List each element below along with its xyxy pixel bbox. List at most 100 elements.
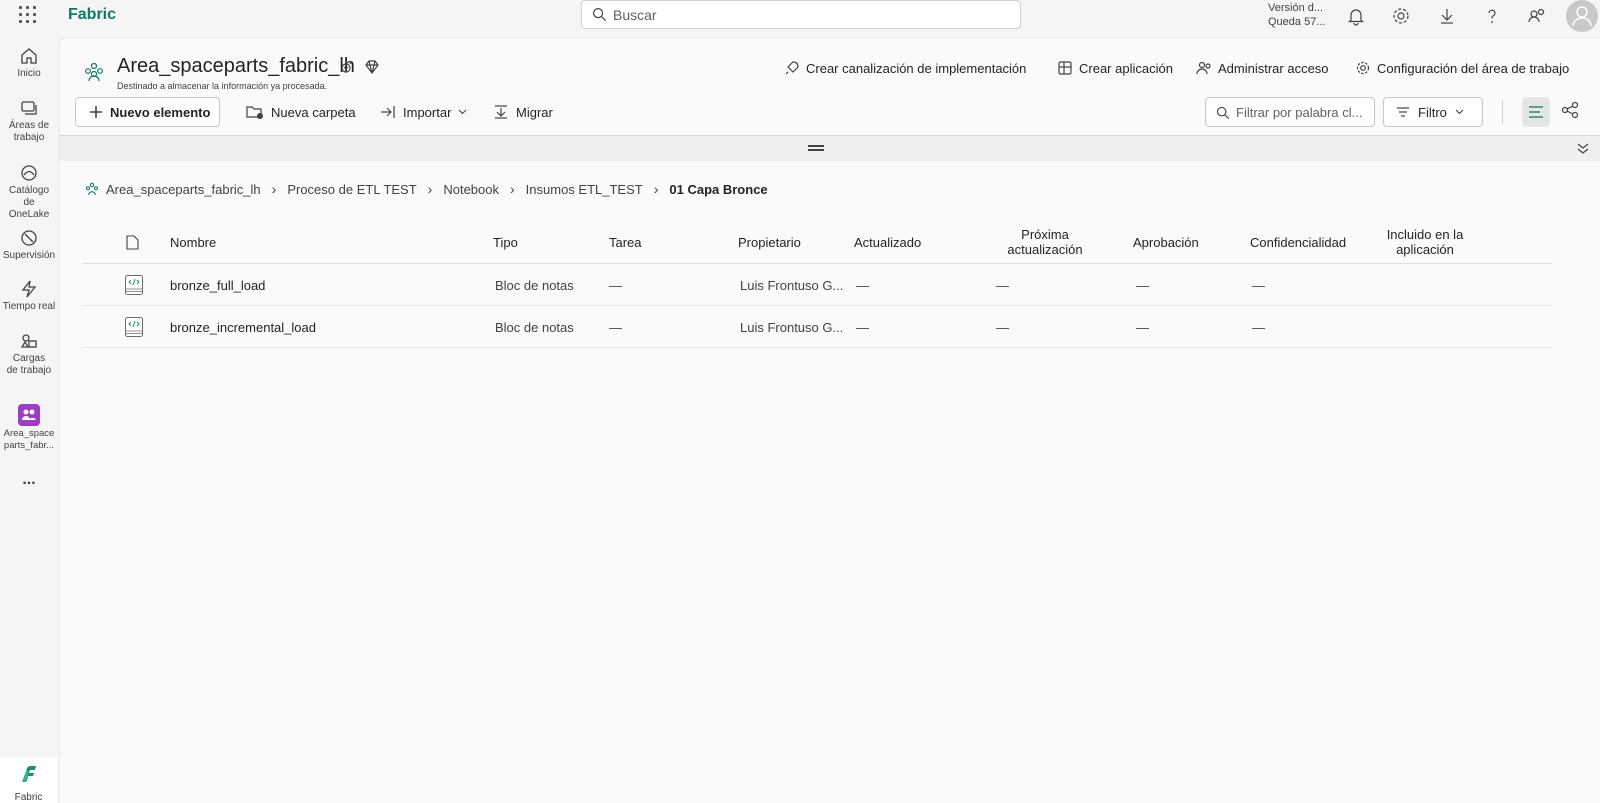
workspace-people-icon bbox=[85, 62, 103, 82]
item-type: Bloc de notas bbox=[495, 277, 574, 293]
premium-diamond-icon[interactable] bbox=[363, 58, 381, 76]
table-row[interactable]: bronze_incremental_load Bloc de notas — … bbox=[82, 306, 1552, 348]
workspace-people-icon bbox=[85, 182, 99, 196]
list-view-icon bbox=[1529, 106, 1543, 118]
button-label: Migrar bbox=[516, 104, 553, 120]
item-owner: Luis Frontuso G... bbox=[740, 319, 844, 335]
workspace-panel: Area_spaceparts_fabric_lh Destinado a al… bbox=[60, 38, 1600, 803]
item-approval: — bbox=[1136, 319, 1149, 335]
breadcrumb-item-folder[interactable]: Proceso de ETL TEST bbox=[287, 182, 416, 197]
lineage-view-icon[interactable] bbox=[1560, 100, 1580, 120]
drag-handle-icon[interactable] bbox=[808, 145, 824, 151]
table-row[interactable]: bronze_full_load Bloc de notas — Luis Fr… bbox=[82, 264, 1552, 306]
gear-icon bbox=[1356, 61, 1370, 75]
document-icon bbox=[126, 235, 139, 250]
workspace-description: Destinado a almacenar la información ya … bbox=[117, 81, 328, 91]
page-title: Area_spaceparts_fabric_lh bbox=[117, 55, 355, 77]
migrate-button[interactable]: Migrar bbox=[493, 97, 553, 127]
column-header-approval[interactable]: Aprobación bbox=[1133, 220, 1199, 264]
workspaces-icon bbox=[21, 101, 37, 115]
column-header-included[interactable]: Incluido en la aplicación bbox=[1375, 220, 1475, 264]
nav-item-workspaces[interactable]: Áreas de trabajo bbox=[0, 98, 58, 144]
breadcrumb-item-workspace[interactable]: Area_spaceparts_fabric_lh bbox=[106, 182, 261, 197]
nav-item-current-workspace[interactable]: Area_spaceparts_fabr... bbox=[0, 404, 58, 452]
column-header-updated[interactable]: Actualizado bbox=[854, 220, 921, 264]
button-label: Importar bbox=[403, 104, 452, 120]
trial-remaining-text: Queda 57... bbox=[1268, 16, 1326, 28]
search-placeholder: Buscar bbox=[613, 7, 657, 23]
avatar[interactable] bbox=[1566, 0, 1598, 32]
nav-item-real-time[interactable]: Tiempo real bbox=[0, 279, 58, 313]
nav-item-workloads[interactable]: Cargas de trabajo bbox=[0, 331, 58, 377]
list-view-toggle[interactable] bbox=[1522, 97, 1550, 127]
new-folder-button[interactable]: Nueva carpeta bbox=[246, 97, 356, 127]
button-label: Nueva carpeta bbox=[271, 104, 356, 120]
item-type: Bloc de notas bbox=[495, 319, 574, 335]
workspace-identity-icon[interactable] bbox=[337, 58, 355, 76]
brand-name[interactable]: Fabric bbox=[68, 6, 116, 24]
breadcrumb-item-folder[interactable]: Insumos ETL_TEST bbox=[526, 182, 643, 197]
toolbar-divider bbox=[1502, 100, 1503, 124]
nav-item-monitor[interactable]: Supervisión bbox=[0, 228, 58, 262]
column-header-owner[interactable]: Propietario bbox=[738, 220, 801, 264]
item-updated: — bbox=[856, 319, 869, 335]
item-sensitivity: — bbox=[1252, 319, 1265, 335]
lightning-icon bbox=[21, 280, 37, 298]
help-icon[interactable] bbox=[1481, 5, 1503, 27]
left-nav: Inicio Áreas de trabajo Catálogo de OneL… bbox=[0, 38, 58, 803]
import-dropdown[interactable]: Importar bbox=[380, 97, 467, 127]
search-icon bbox=[592, 7, 607, 22]
filter-keyword-input[interactable]: Filtrar por palabra cl... bbox=[1205, 97, 1375, 127]
filter-button[interactable]: Filtro bbox=[1383, 97, 1483, 127]
create-app-button[interactable]: Crear aplicación bbox=[1057, 60, 1173, 76]
bell-icon[interactable] bbox=[1345, 5, 1367, 27]
app-icon bbox=[1058, 61, 1072, 75]
user-icon bbox=[1572, 6, 1592, 27]
people-icon bbox=[1196, 61, 1211, 75]
workspace-settings-button[interactable]: Configuración del área de trabajo bbox=[1355, 60, 1569, 76]
pane-splitter[interactable] bbox=[60, 135, 1600, 161]
fabric-logo-icon bbox=[21, 766, 36, 782]
column-header-name[interactable]: Nombre bbox=[170, 220, 216, 264]
gear-icon[interactable] bbox=[1390, 5, 1412, 27]
column-header-sensitivity[interactable]: Confidencialidad bbox=[1250, 220, 1346, 264]
item-name-link[interactable]: bronze_incremental_load bbox=[170, 306, 316, 348]
trial-status[interactable]: Versión d... Queda 57... bbox=[1268, 1, 1328, 29]
chevron-right-icon: › bbox=[653, 181, 659, 197]
create-deployment-pipeline-button[interactable]: Crear canalización de implementación bbox=[784, 60, 1026, 76]
chevron-right-icon: › bbox=[510, 181, 515, 197]
button-label: Configuración del área de trabajo bbox=[1377, 60, 1570, 76]
button-label: Nuevo elemento bbox=[110, 104, 211, 120]
button-label: Administrar acceso bbox=[1218, 60, 1329, 76]
nav-item-label: Tiempo real bbox=[2, 301, 56, 312]
download-icon[interactable] bbox=[1436, 5, 1458, 27]
folder-add-icon bbox=[246, 106, 263, 119]
manage-access-button[interactable]: Administrar acceso bbox=[1196, 60, 1329, 76]
filter-icon bbox=[1397, 107, 1409, 117]
top-bar: Fabric Buscar Versión d... Queda 57... bbox=[0, 0, 1600, 32]
new-item-button[interactable]: Nuevo elemento bbox=[75, 97, 220, 127]
button-label: Crear canalización de implementación bbox=[806, 60, 1027, 76]
item-task: — bbox=[609, 277, 622, 293]
app-launcher-icon[interactable] bbox=[19, 6, 37, 24]
column-header-type[interactable]: Tipo bbox=[493, 220, 518, 264]
nav-item-label: Catálogo de OneLake bbox=[8, 185, 50, 220]
item-name-link[interactable]: bronze_full_load bbox=[170, 264, 265, 306]
version-text: Versión d... bbox=[1268, 2, 1324, 14]
nav-item-label: Inicio bbox=[17, 68, 41, 79]
column-header-task[interactable]: Tarea bbox=[609, 220, 642, 264]
fabric-experience-switcher[interactable]: Fabric bbox=[0, 757, 57, 803]
double-chevron-down-icon[interactable] bbox=[1576, 141, 1590, 155]
column-header-next-update[interactable]: Próxima actualización bbox=[990, 220, 1100, 264]
breadcrumb-item-current: 01 Capa Bronce bbox=[669, 181, 768, 197]
nav-item-home[interactable]: Inicio bbox=[0, 46, 58, 80]
chevron-down-icon bbox=[1455, 109, 1464, 115]
nav-item-onelake-catalog[interactable]: Catálogo de OneLake bbox=[0, 163, 58, 221]
share-feedback-icon[interactable] bbox=[1526, 5, 1548, 27]
table-header: Nombre Tipo Tarea Propietario Actualizad… bbox=[82, 220, 1552, 264]
breadcrumb-item-folder[interactable]: Notebook bbox=[443, 182, 499, 197]
search-input[interactable]: Buscar bbox=[581, 0, 1021, 29]
item-next-update: — bbox=[996, 277, 1009, 293]
more-icon[interactable]: ... bbox=[0, 471, 58, 489]
notebook-icon bbox=[125, 317, 143, 337]
